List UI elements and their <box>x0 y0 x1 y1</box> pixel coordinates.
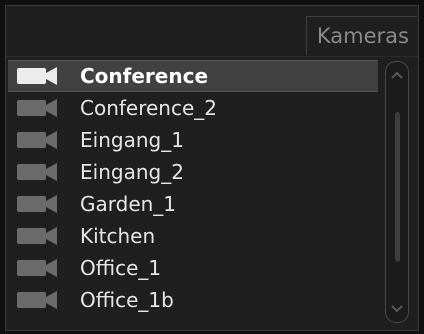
video-camera-icon <box>17 259 57 277</box>
camera-list-item-label: Conference_2 <box>80 96 218 120</box>
camera-list-item[interactable]: Office_1b <box>8 284 378 316</box>
chevron-up-icon[interactable] <box>391 70 403 80</box>
video-camera-icon <box>17 227 57 245</box>
camera-list-item[interactable]: Conference_2 <box>8 92 378 124</box>
camera-list-item[interactable]: Office_1 <box>8 252 378 284</box>
video-camera-icon <box>17 131 57 149</box>
camera-list-item[interactable]: Eingang_1 <box>8 124 378 156</box>
tab-kameras[interactable]: Kameras <box>305 16 417 55</box>
camera-list-item-label: Eingang_1 <box>80 128 184 152</box>
video-camera-icon <box>17 195 57 213</box>
camera-list-item-label: Office_1b <box>80 288 174 312</box>
vertical-scrollbar[interactable] <box>385 61 409 323</box>
camera-list-item[interactable]: Conference <box>8 60 378 92</box>
camera-list-item-label: Conference <box>80 64 209 88</box>
camera-list-item-label: Kitchen <box>80 224 156 248</box>
camera-list-item[interactable]: Eingang_2 <box>8 156 378 188</box>
video-camera-icon <box>17 163 57 181</box>
video-camera-icon <box>17 291 57 309</box>
camera-list-item[interactable]: Garden_1 <box>8 188 378 220</box>
video-camera-icon <box>17 99 57 117</box>
video-camera-icon <box>17 67 57 85</box>
tab-kameras-label: Kameras <box>316 24 409 48</box>
camera-list-item-label: Garden_1 <box>80 192 177 216</box>
camera-list-item-label: Eingang_2 <box>80 160 184 184</box>
scrollbar-thumb[interactable] <box>395 112 400 262</box>
panel-header: Kameras <box>6 6 418 57</box>
camera-list-item[interactable]: Kitchen <box>8 220 378 252</box>
camera-list: Conference Conference_2 Eingang_1 Eingan… <box>8 60 378 320</box>
camera-list-item-label: Office_1 <box>80 256 162 280</box>
chevron-down-icon[interactable] <box>391 304 403 314</box>
